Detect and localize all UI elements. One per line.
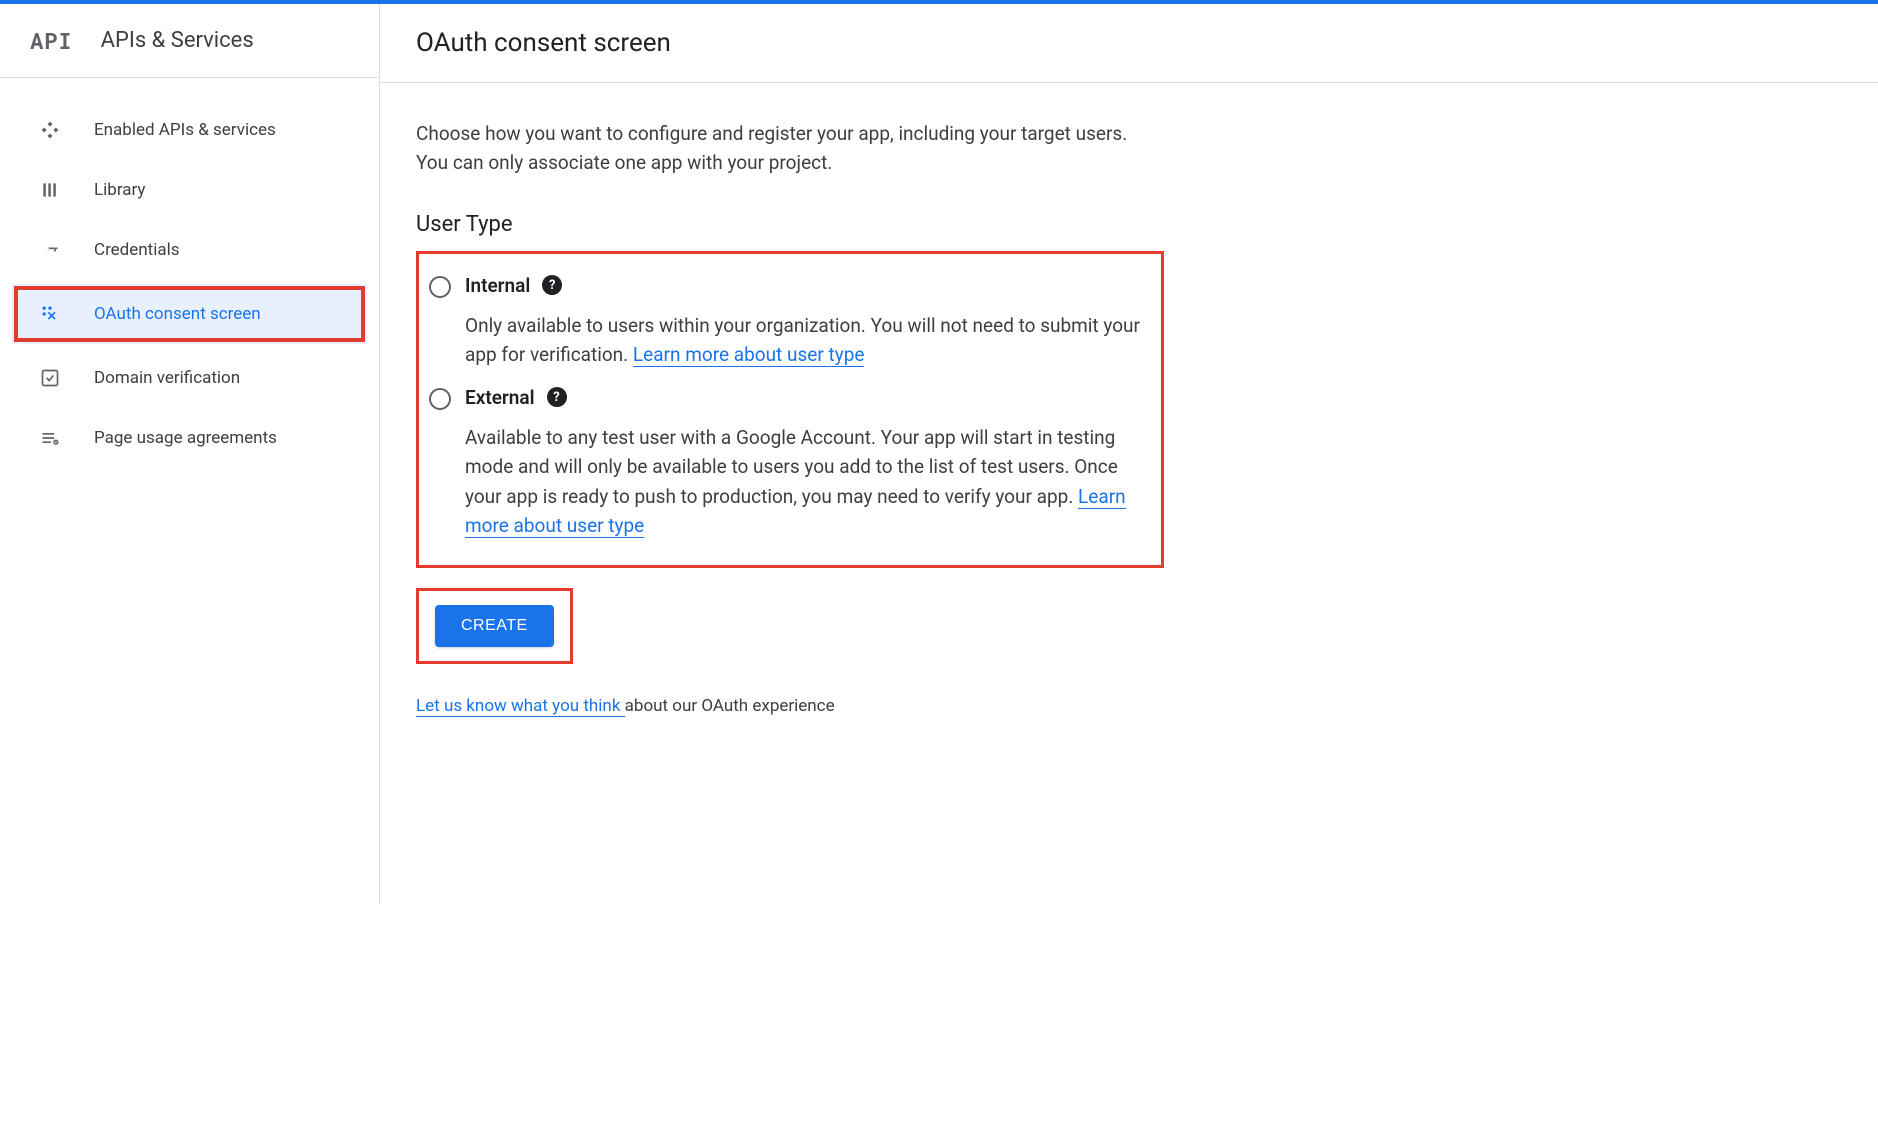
- user-type-radio-group: Internal ? Only available to users withi…: [416, 251, 1164, 568]
- sidebar-nav: Enabled APIs & services Library Credenti…: [0, 78, 379, 468]
- consent-icon: [38, 302, 62, 326]
- sidebar-item-label: Credentials: [94, 240, 180, 260]
- library-icon: [38, 178, 62, 202]
- radio-internal-label: Internal: [465, 274, 530, 297]
- api-logo-icon: API: [30, 26, 73, 55]
- feedback-rest: about our OAuth experience: [625, 696, 835, 716]
- intro-text: Choose how you want to configure and reg…: [416, 119, 1164, 178]
- radio-option-external: External ? Available to any test user wi…: [425, 380, 1145, 551]
- radio-external-description: Available to any test user with a Google…: [465, 423, 1145, 541]
- sidebar-item-library[interactable]: Library: [0, 160, 379, 220]
- diamond-icon: [38, 118, 62, 142]
- radio-external-label: External: [465, 386, 535, 409]
- user-type-heading: User Type: [416, 212, 1164, 237]
- sidebar-item-domain-verification[interactable]: Domain verification: [0, 348, 379, 408]
- radio-external[interactable]: [429, 388, 451, 410]
- sidebar-item-label: OAuth consent screen: [94, 304, 261, 324]
- radio-option-internal: Internal ? Only available to users withi…: [425, 268, 1145, 380]
- main-content: OAuth consent screen Choose how you want…: [380, 4, 1878, 904]
- learn-more-internal-link[interactable]: Learn more about user type: [633, 343, 865, 367]
- sidebar-item-enabled-apis[interactable]: Enabled APIs & services: [0, 100, 379, 160]
- help-icon[interactable]: ?: [542, 275, 562, 295]
- sidebar-item-label: Domain verification: [94, 368, 240, 388]
- sidebar-item-credentials[interactable]: Credentials: [0, 220, 379, 280]
- brand-header: API APIs & Services: [0, 4, 379, 78]
- page-header: OAuth consent screen: [380, 4, 1878, 83]
- sidebar-item-label: Enabled APIs & services: [94, 120, 276, 140]
- agreement-icon: [38, 426, 62, 450]
- sidebar-item-label: Library: [94, 180, 145, 200]
- feedback-link[interactable]: Let us know what you think: [416, 696, 625, 717]
- create-button-highlight: CREATE: [416, 588, 573, 664]
- check-icon: [38, 366, 62, 390]
- create-button[interactable]: CREATE: [435, 605, 554, 647]
- sidebar-item-page-usage-agreements[interactable]: Page usage agreements: [0, 408, 379, 468]
- sidebar-item-label: Page usage agreements: [94, 428, 277, 448]
- radio-internal-description: Only available to users within your orga…: [465, 311, 1145, 370]
- sidebar: API APIs & Services Enabled APIs & servi…: [0, 4, 380, 904]
- product-title: APIs & Services: [101, 28, 254, 53]
- feedback-line: Let us know what you think about our OAu…: [416, 696, 1164, 716]
- radio-internal[interactable]: [429, 276, 451, 298]
- key-icon: [38, 238, 62, 262]
- help-icon[interactable]: ?: [547, 387, 567, 407]
- page-title: OAuth consent screen: [416, 28, 1842, 58]
- sidebar-item-oauth-consent[interactable]: OAuth consent screen: [12, 284, 367, 344]
